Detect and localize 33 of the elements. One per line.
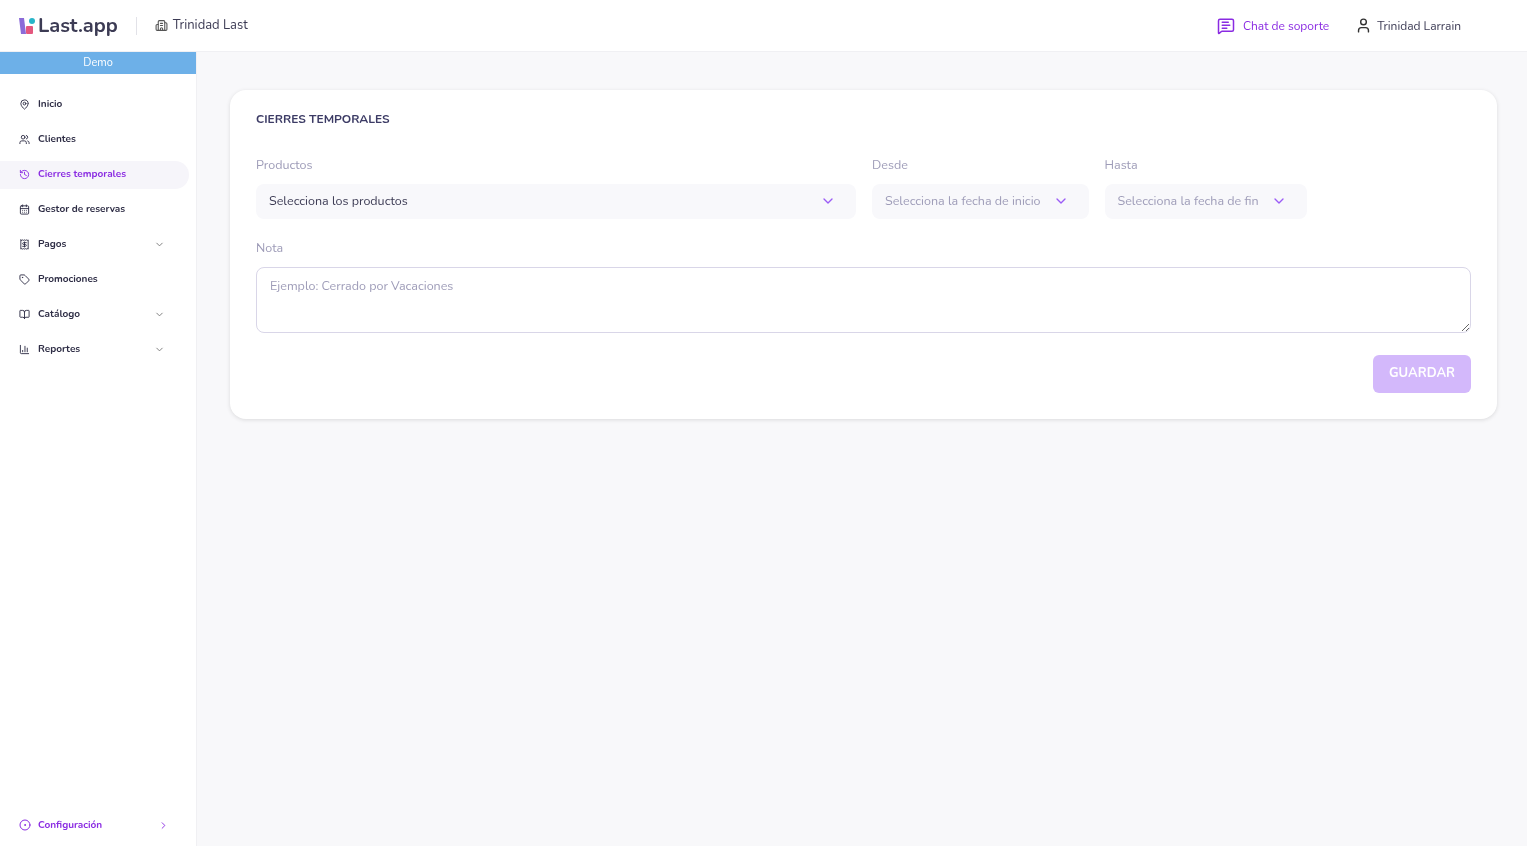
map-pin-icon: [19, 99, 30, 110]
sidebar-item[interactable]: Clientes: [0, 125, 189, 154]
sidebar-item[interactable]: Catálogo: [0, 300, 189, 329]
app-logo[interactable]: Last.app: [38, 10, 118, 41]
user-name[interactable]: Trinidad Larrain: [1377, 16, 1461, 35]
settings-item[interactable]: Configuración: [0, 811, 196, 839]
logo-icon: [18, 16, 36, 35]
calendar-icon: [19, 204, 30, 215]
field-label: Productos: [256, 156, 314, 175]
venue-name[interactable]: Trinidad Last: [172, 15, 248, 36]
field-label: Nota: [256, 238, 285, 258]
users-icon: [19, 134, 30, 145]
sidebar-item[interactable]: Cierres temporales: [0, 160, 189, 189]
support-link[interactable]: Chat de soporte: [1242, 16, 1330, 35]
book-icon: [19, 309, 30, 320]
chat-icon[interactable]: [1216, 16, 1235, 35]
sidebar-item[interactable]: Pagos: [0, 230, 189, 259]
tag-icon: [19, 274, 30, 285]
field-label: Hasta: [1104, 156, 1139, 175]
card-title: CIERRES TEMPORALES: [256, 110, 391, 128]
sidebar-item[interactable]: Gestor de reservas: [0, 195, 189, 224]
sidebar-item[interactable]: Inicio: [0, 90, 189, 119]
demo-banner: Demo: [0, 52, 196, 74]
clock-icon: [19, 169, 30, 180]
receipt-icon: [19, 239, 30, 250]
settings-icon: [19, 819, 31, 831]
sidebar-item[interactable]: Promociones: [0, 265, 189, 294]
note-field[interactable]: Ejemplo: Cerrado por Vacaciones: [256, 266, 1471, 333]
bar-chart-icon: [19, 344, 30, 355]
select-field[interactable]: Selecciona los productos: [256, 183, 856, 219]
building-icon: [154, 19, 168, 32]
sidebar-item[interactable]: Reportes: [0, 335, 189, 364]
field-label: Desde: [872, 156, 909, 175]
